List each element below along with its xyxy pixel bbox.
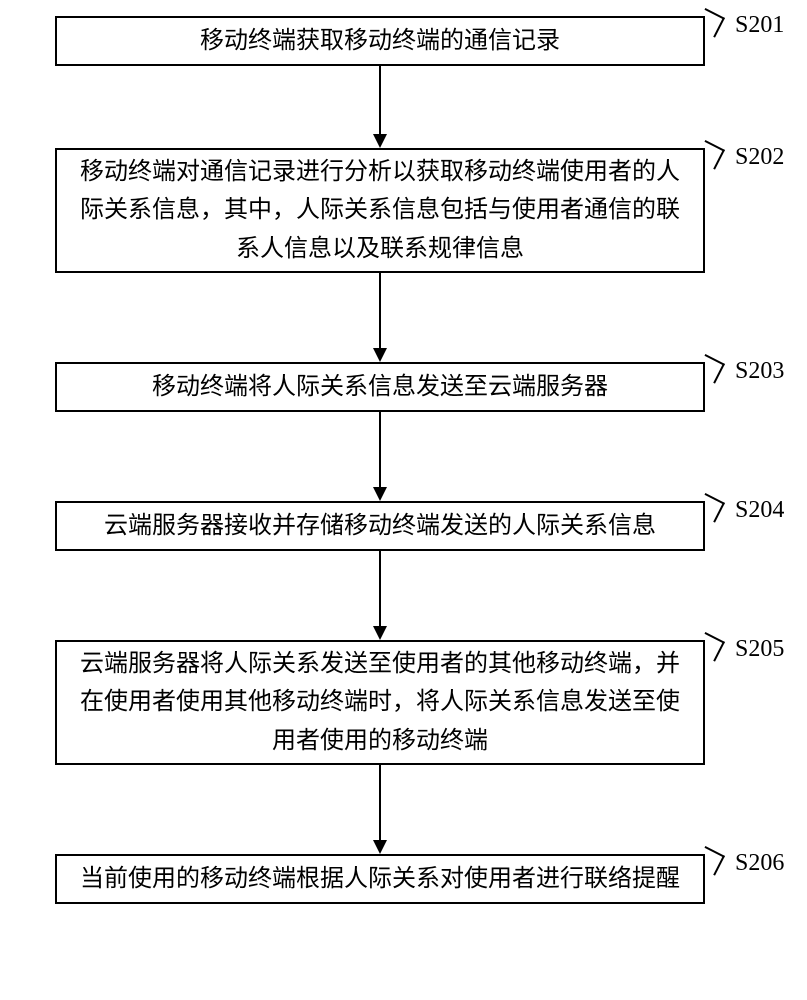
arrow-head <box>373 840 387 854</box>
arrow-line <box>379 765 381 840</box>
step-label-s203: S203 <box>735 358 784 385</box>
arrow-line <box>379 412 381 487</box>
step-box-s206: 当前使用的移动终端根据人际关系对使用者进行联络提醒 <box>55 854 705 904</box>
step-label-s205: S205 <box>735 636 784 663</box>
step-box-s201: 移动终端获取移动终端的通信记录 <box>55 16 705 66</box>
step-box-s205: 云端服务器将人际关系发送至使用者的其他移动终端，并在使用者使用其他移动终端时，将… <box>55 640 705 765</box>
step-text: 云端服务器接收并存储移动终端发送的人际关系信息 <box>104 507 656 545</box>
step-text: 移动终端获取移动终端的通信记录 <box>200 22 560 60</box>
flowchart-container: 移动终端获取移动终端的通信记录 S201 移动终端对通信记录进行分析以获取移动终… <box>0 0 807 1000</box>
step-label-s201: S201 <box>735 12 784 39</box>
step-text: 移动终端对通信记录进行分析以获取移动终端使用者的人际关系信息，其中，人际关系信息… <box>77 153 683 268</box>
arrow-line <box>379 273 381 348</box>
arrow-head <box>373 134 387 148</box>
step-box-s202: 移动终端对通信记录进行分析以获取移动终端使用者的人际关系信息，其中，人际关系信息… <box>55 148 705 273</box>
step-text: 移动终端将人际关系信息发送至云端服务器 <box>152 368 608 406</box>
arrow-head <box>373 626 387 640</box>
step-box-s203: 移动终端将人际关系信息发送至云端服务器 <box>55 362 705 412</box>
step-text: 当前使用的移动终端根据人际关系对使用者进行联络提醒 <box>80 860 680 898</box>
arrow-line <box>379 551 381 626</box>
step-box-s204: 云端服务器接收并存储移动终端发送的人际关系信息 <box>55 501 705 551</box>
arrow-head <box>373 348 387 362</box>
arrow-head <box>373 487 387 501</box>
step-label-s202: S202 <box>735 144 784 171</box>
arrow-line <box>379 66 381 134</box>
step-label-s206: S206 <box>735 850 784 877</box>
step-label-s204: S204 <box>735 497 784 524</box>
step-text: 云端服务器将人际关系发送至使用者的其他移动终端，并在使用者使用其他移动终端时，将… <box>77 645 683 760</box>
